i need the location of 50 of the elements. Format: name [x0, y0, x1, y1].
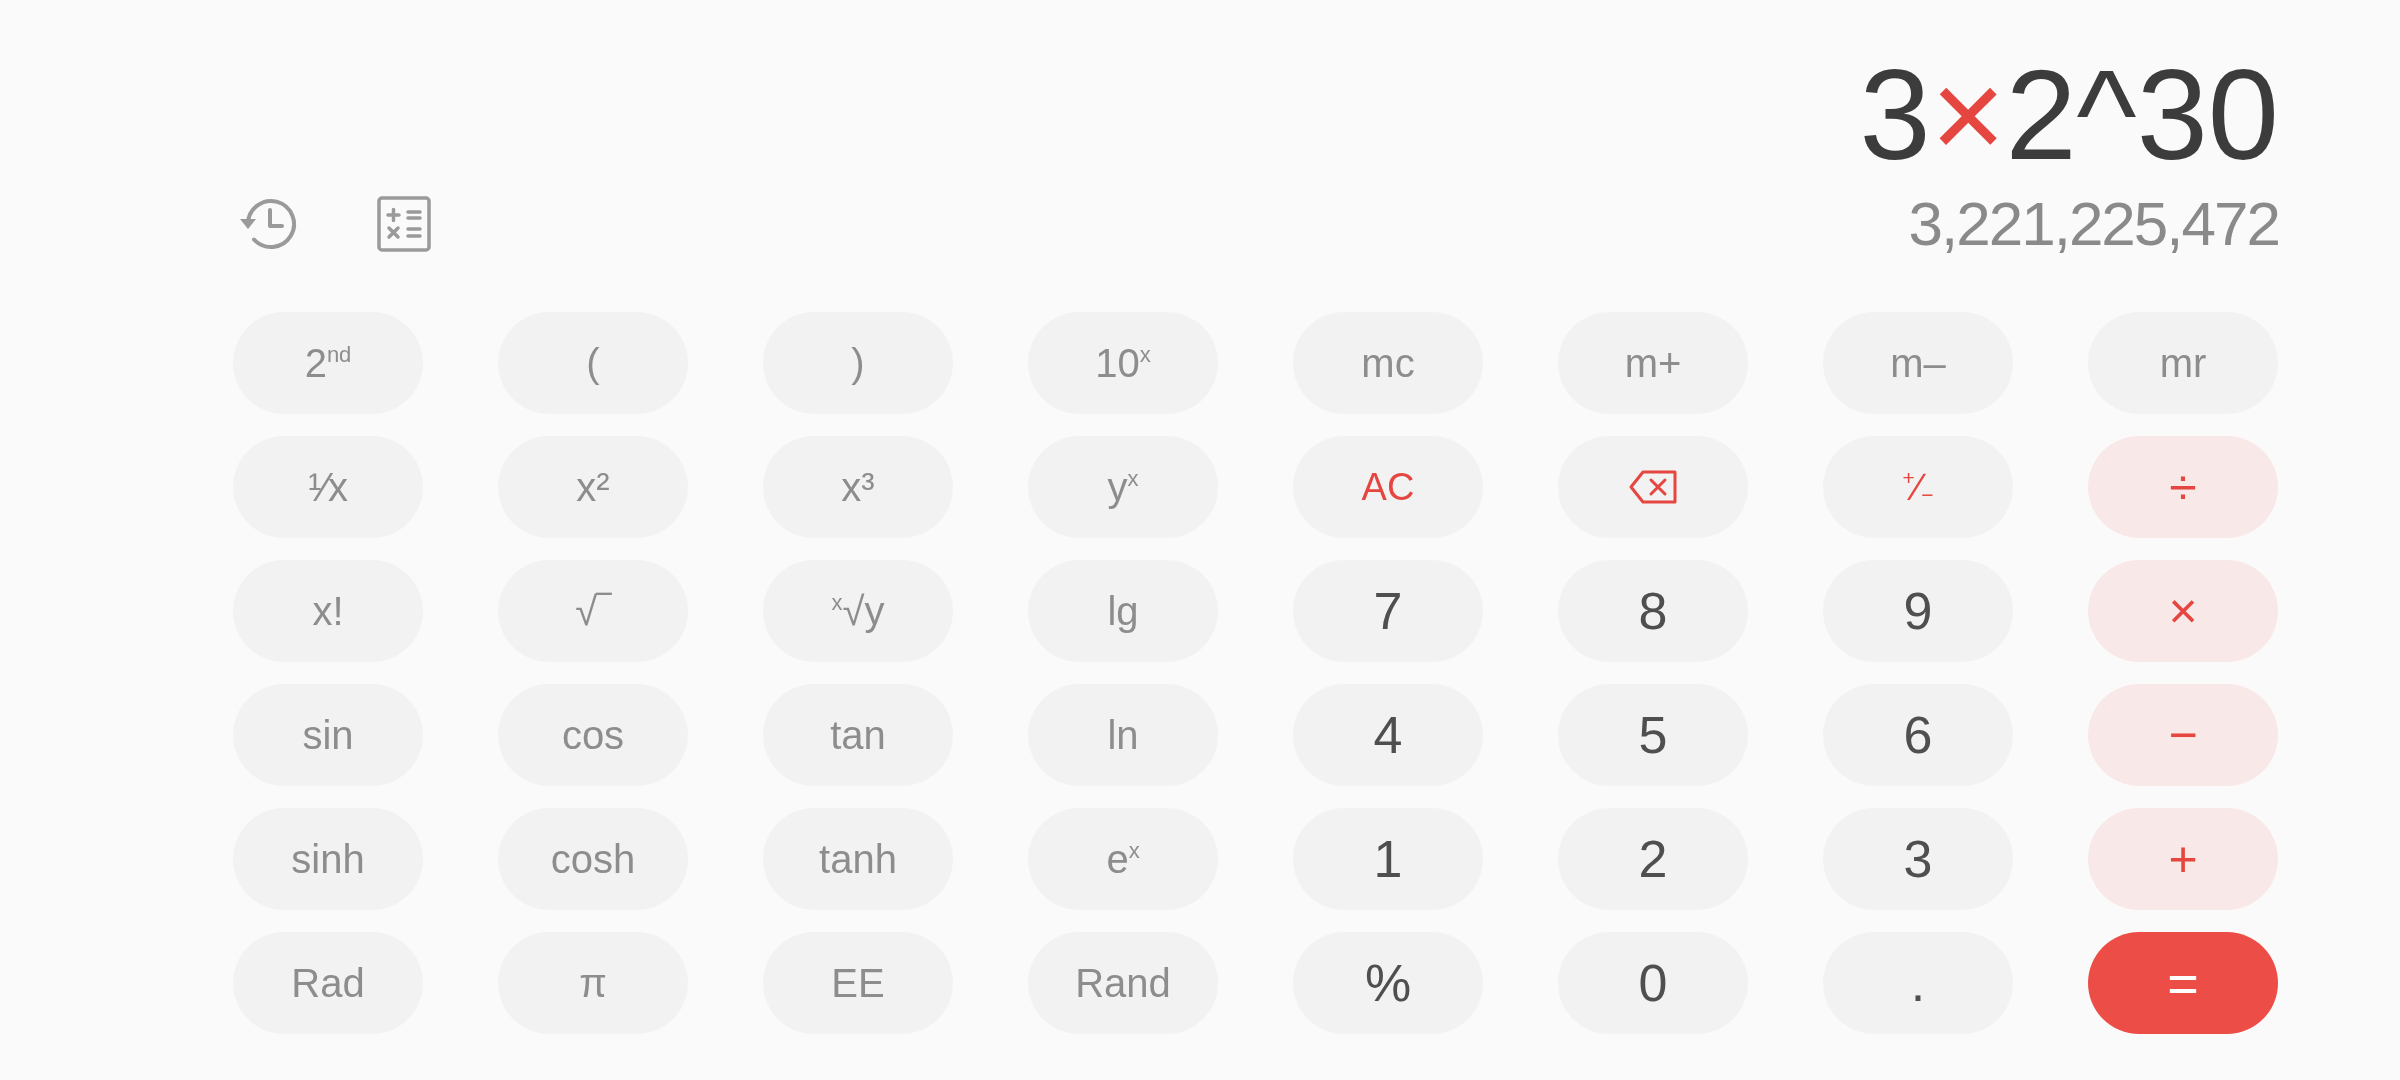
function-key[interactable]: Rand	[1028, 932, 1218, 1034]
function-key[interactable]: y$^{x}$	[1028, 436, 1218, 538]
equals-key[interactable]: =	[2088, 932, 2278, 1034]
function-key[interactable]: mr	[2088, 312, 2278, 414]
function-key[interactable]: ln	[1028, 684, 1218, 786]
backspace-icon	[1629, 470, 1677, 504]
function-key[interactable]: ¹⁄x	[233, 436, 423, 538]
digit-key[interactable]: 1	[1293, 808, 1483, 910]
function-key[interactable]: sinh	[233, 808, 423, 910]
result-text: 3,221,225,472	[1908, 192, 2279, 256]
function-key[interactable]: x²	[498, 436, 688, 538]
function-key[interactable]: Rad	[233, 932, 423, 1034]
expression-text: 3×2^30	[1859, 42, 2279, 188]
function-key[interactable]: tanh	[763, 808, 953, 910]
function-key[interactable]: )	[763, 312, 953, 414]
function-key[interactable]: √‾	[498, 560, 688, 662]
calculator-icon[interactable]	[377, 196, 431, 252]
function-key[interactable]: x!	[233, 560, 423, 662]
digit-key[interactable]: 7	[1293, 560, 1483, 662]
digit-key[interactable]: .	[1823, 932, 2013, 1034]
digit-key[interactable]: 3	[1823, 808, 2013, 910]
function-key[interactable]: e$^{x}$	[1028, 808, 1218, 910]
digit-key[interactable]: 4	[1293, 684, 1483, 786]
function-key[interactable]: m–	[1823, 312, 2013, 414]
function-key[interactable]: EE	[763, 932, 953, 1034]
digit-key[interactable]: 0	[1558, 932, 1748, 1034]
function-key[interactable]: tan	[763, 684, 953, 786]
operator-key[interactable]: −	[2088, 684, 2278, 786]
action-key[interactable]: AC	[1293, 436, 1483, 538]
digit-key[interactable]: 5	[1558, 684, 1748, 786]
function-key[interactable]: x³	[763, 436, 953, 538]
function-key[interactable]: cosh	[498, 808, 688, 910]
digit-key[interactable]: 6	[1823, 684, 2013, 786]
digit-key[interactable]: %	[1293, 932, 1483, 1034]
digit-key[interactable]: 9	[1823, 560, 2013, 662]
digit-key[interactable]: 8	[1558, 560, 1748, 662]
operator-key[interactable]: ÷	[2088, 436, 2278, 538]
function-key[interactable]: π	[498, 932, 688, 1034]
operator-key[interactable]: ×	[2088, 560, 2278, 662]
function-key[interactable]: 10$^{x}$	[1028, 312, 1218, 414]
function-key[interactable]: (	[498, 312, 688, 414]
function-key[interactable]: mc	[1293, 312, 1483, 414]
digit-key[interactable]: 2	[1558, 808, 1748, 910]
function-key[interactable]: sin	[233, 684, 423, 786]
function-key[interactable]: cos	[498, 684, 688, 786]
function-key[interactable]: m+	[1558, 312, 1748, 414]
function-key[interactable]: lg	[1028, 560, 1218, 662]
function-key[interactable]: $^{x}$√y	[763, 560, 953, 662]
function-key[interactable]: 2$^{nd}$	[233, 312, 423, 414]
operator-key[interactable]: +	[2088, 808, 2278, 910]
